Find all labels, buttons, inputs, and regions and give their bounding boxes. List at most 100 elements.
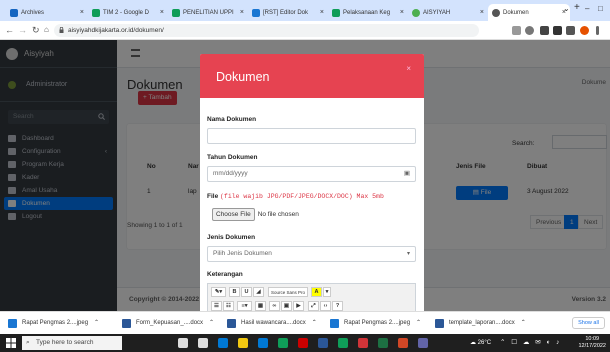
chevron-up-icon[interactable]: ⌃ [209, 318, 214, 329]
nama-dokumen-label: Nama Dokumen [207, 116, 257, 123]
app-icon[interactable] [358, 338, 368, 348]
store-icon[interactable] [258, 338, 268, 348]
download-item[interactable]: Form_Kepuasan_....docx ⌃ [122, 318, 214, 329]
browser-tab[interactable]: Archives × [6, 4, 88, 21]
browser-tab[interactable]: [RST] Editor Dok × [248, 4, 328, 21]
modal-title: Dokumen [216, 70, 270, 84]
url-field[interactable]: aisyiyahdkijakarta.or.id/dokumen/ [54, 24, 479, 37]
edge-icon[interactable] [218, 338, 228, 348]
download-item[interactable]: Rapat Pengmas 2....jpeg ⌃ [8, 318, 99, 329]
link-icon[interactable]: ∞ [269, 301, 280, 311]
taskbar-search-input[interactable]: ⌕ Type here to search [22, 336, 122, 350]
browser-tab-strip: Archives × TIM 2 - Google D × PENELITIAN U… [0, 0, 610, 21]
close-tab-icon[interactable]: × [157, 9, 164, 16]
weather-widget[interactable]: ☁ 26°C [470, 339, 491, 346]
bold-button[interactable]: B [229, 287, 240, 297]
close-tab-icon[interactable]: × [477, 9, 484, 16]
chrome-icon[interactable] [338, 338, 348, 348]
font-family-select[interactable]: Source Sans Pro [268, 287, 308, 297]
image-file-icon [330, 319, 339, 328]
new-tab-icon[interactable]: + [574, 2, 580, 13]
star-icon[interactable] [525, 26, 534, 35]
style-icon[interactable]: ✎▾ [211, 287, 226, 297]
ordered-list-icon[interactable]: ☷ [223, 301, 234, 311]
sidepanel-icon[interactable] [566, 26, 575, 35]
task-view-icon[interactable] [178, 338, 188, 348]
choose-file-button[interactable]: Choose File [212, 208, 255, 221]
eraser-icon[interactable]: ◢ [253, 287, 264, 297]
jenis-dokumen-select[interactable]: Pilih Jenis Dokumen ▾ [207, 246, 416, 262]
app-icon[interactable] [298, 338, 308, 348]
tahun-dokumen-label: Tahun Dokumen [207, 154, 258, 161]
close-tab-icon[interactable]: × [397, 9, 404, 16]
browser-tab[interactable]: PENELITIAN UPPI × [168, 4, 248, 21]
file-chooser[interactable]: Choose File No file chosen [212, 208, 412, 222]
editor-toolbar: ✎▾ B U ◢ Source Sans Pro A ▾ ☰ ☷ ≡▾ ▦ ∞ … [207, 283, 416, 311]
code-view-icon[interactable]: ‹› [320, 301, 331, 311]
chrome-icon[interactable] [278, 338, 288, 348]
tahun-dokumen-input[interactable]: mm/dd/yyyy ▣ [207, 166, 416, 182]
excel-icon[interactable] [378, 338, 388, 348]
caret-down-icon: ▾ [406, 251, 410, 257]
minimize-icon[interactable]: – [585, 4, 589, 13]
color-icon[interactable]: A [311, 287, 322, 297]
share-icon[interactable] [512, 26, 521, 35]
video-icon[interactable]: ▶ [293, 301, 304, 311]
file-label: File (file wajib JPG/PDF/JPEG/DOCX/DOC) … [207, 193, 384, 200]
help-icon[interactable]: ? [332, 301, 343, 311]
close-tab-icon[interactable]: × [77, 9, 84, 16]
download-item[interactable]: Rapat Pengmas 2....jpeg ⌃ [330, 318, 421, 329]
powerpoint-icon[interactable] [398, 338, 408, 348]
nama-dokumen-input[interactable] [207, 128, 416, 144]
teams-icon[interactable] [418, 338, 428, 348]
image-file-icon [8, 319, 17, 328]
extension-icon[interactable] [540, 26, 549, 35]
widgets-icon[interactable] [198, 338, 208, 348]
system-tray-icons[interactable]: ⌃ ☐ ☁ ✉ ◐ ♪ [500, 338, 561, 346]
list-icon[interactable]: ☰ [211, 301, 222, 311]
tab-favicon-icon [172, 8, 180, 17]
tab-search-icon[interactable]: ⌄ [563, 4, 570, 13]
download-item[interactable]: Hasil wawancara....docx ⌃ [227, 318, 317, 329]
image-icon[interactable]: ▣ [281, 301, 292, 311]
chevron-up-icon[interactable]: ⌃ [312, 318, 317, 329]
tab-favicon-icon [412, 8, 420, 17]
paragraph-icon[interactable]: ≡▾ [237, 301, 252, 311]
file-explorer-icon[interactable] [238, 338, 248, 348]
calendar-icon[interactable]: ▣ [404, 167, 410, 181]
home-icon[interactable]: ⌂ [44, 25, 49, 34]
modal-header: Dokumen × [200, 54, 424, 98]
download-item[interactable]: template_laporan....docx ⌃ [435, 318, 526, 329]
browser-tab-active[interactable]: Dokumen × [488, 4, 570, 21]
back-icon[interactable]: ← [5, 25, 14, 35]
cloud-icon: ☁ [470, 340, 478, 346]
chevron-up-icon[interactable]: ⌃ [416, 318, 421, 329]
close-tab-icon[interactable]: × [317, 9, 324, 16]
dokumen-modal: Dokumen × Nama Dokumen Tahun Dokumen mm/… [200, 54, 424, 311]
tab-favicon-icon [252, 8, 260, 17]
close-icon[interactable]: × [406, 64, 411, 73]
browser-tab[interactable]: TIM 2 - Google D × [88, 4, 168, 21]
puzzle-icon[interactable] [553, 26, 562, 35]
underline-button[interactable]: U [241, 287, 252, 297]
table-icon[interactable]: ▦ [255, 301, 266, 311]
browser-tab[interactable]: AISYIYAH × [408, 4, 488, 21]
close-tab-icon[interactable]: × [237, 9, 244, 16]
clock[interactable]: 10:09 12/17/2022 [578, 336, 606, 350]
show-all-button[interactable]: Show all [572, 317, 605, 329]
browser-tab[interactable]: Pelaksanaan Keg × [328, 4, 408, 21]
menu-icon[interactable] [596, 26, 599, 35]
fullscreen-icon[interactable]: ⤢ [308, 301, 319, 311]
tab-favicon-icon [492, 8, 500, 17]
downloads-bar: Rapat Pengmas 2....jpeg ⌃ Form_Kepuasan_.… [0, 311, 610, 334]
color-caret-icon[interactable]: ▾ [323, 287, 331, 297]
chevron-up-icon[interactable]: ⌃ [521, 318, 526, 329]
windows-start-icon[interactable] [6, 338, 16, 348]
lock-icon [59, 27, 64, 33]
forward-icon[interactable]: → [18, 25, 27, 35]
chevron-up-icon[interactable]: ⌃ [94, 318, 99, 329]
profile-avatar[interactable] [580, 26, 589, 35]
word-icon[interactable] [318, 338, 328, 348]
maximize-icon[interactable]: □ [598, 4, 603, 13]
reload-icon[interactable]: ↻ [32, 25, 40, 36]
